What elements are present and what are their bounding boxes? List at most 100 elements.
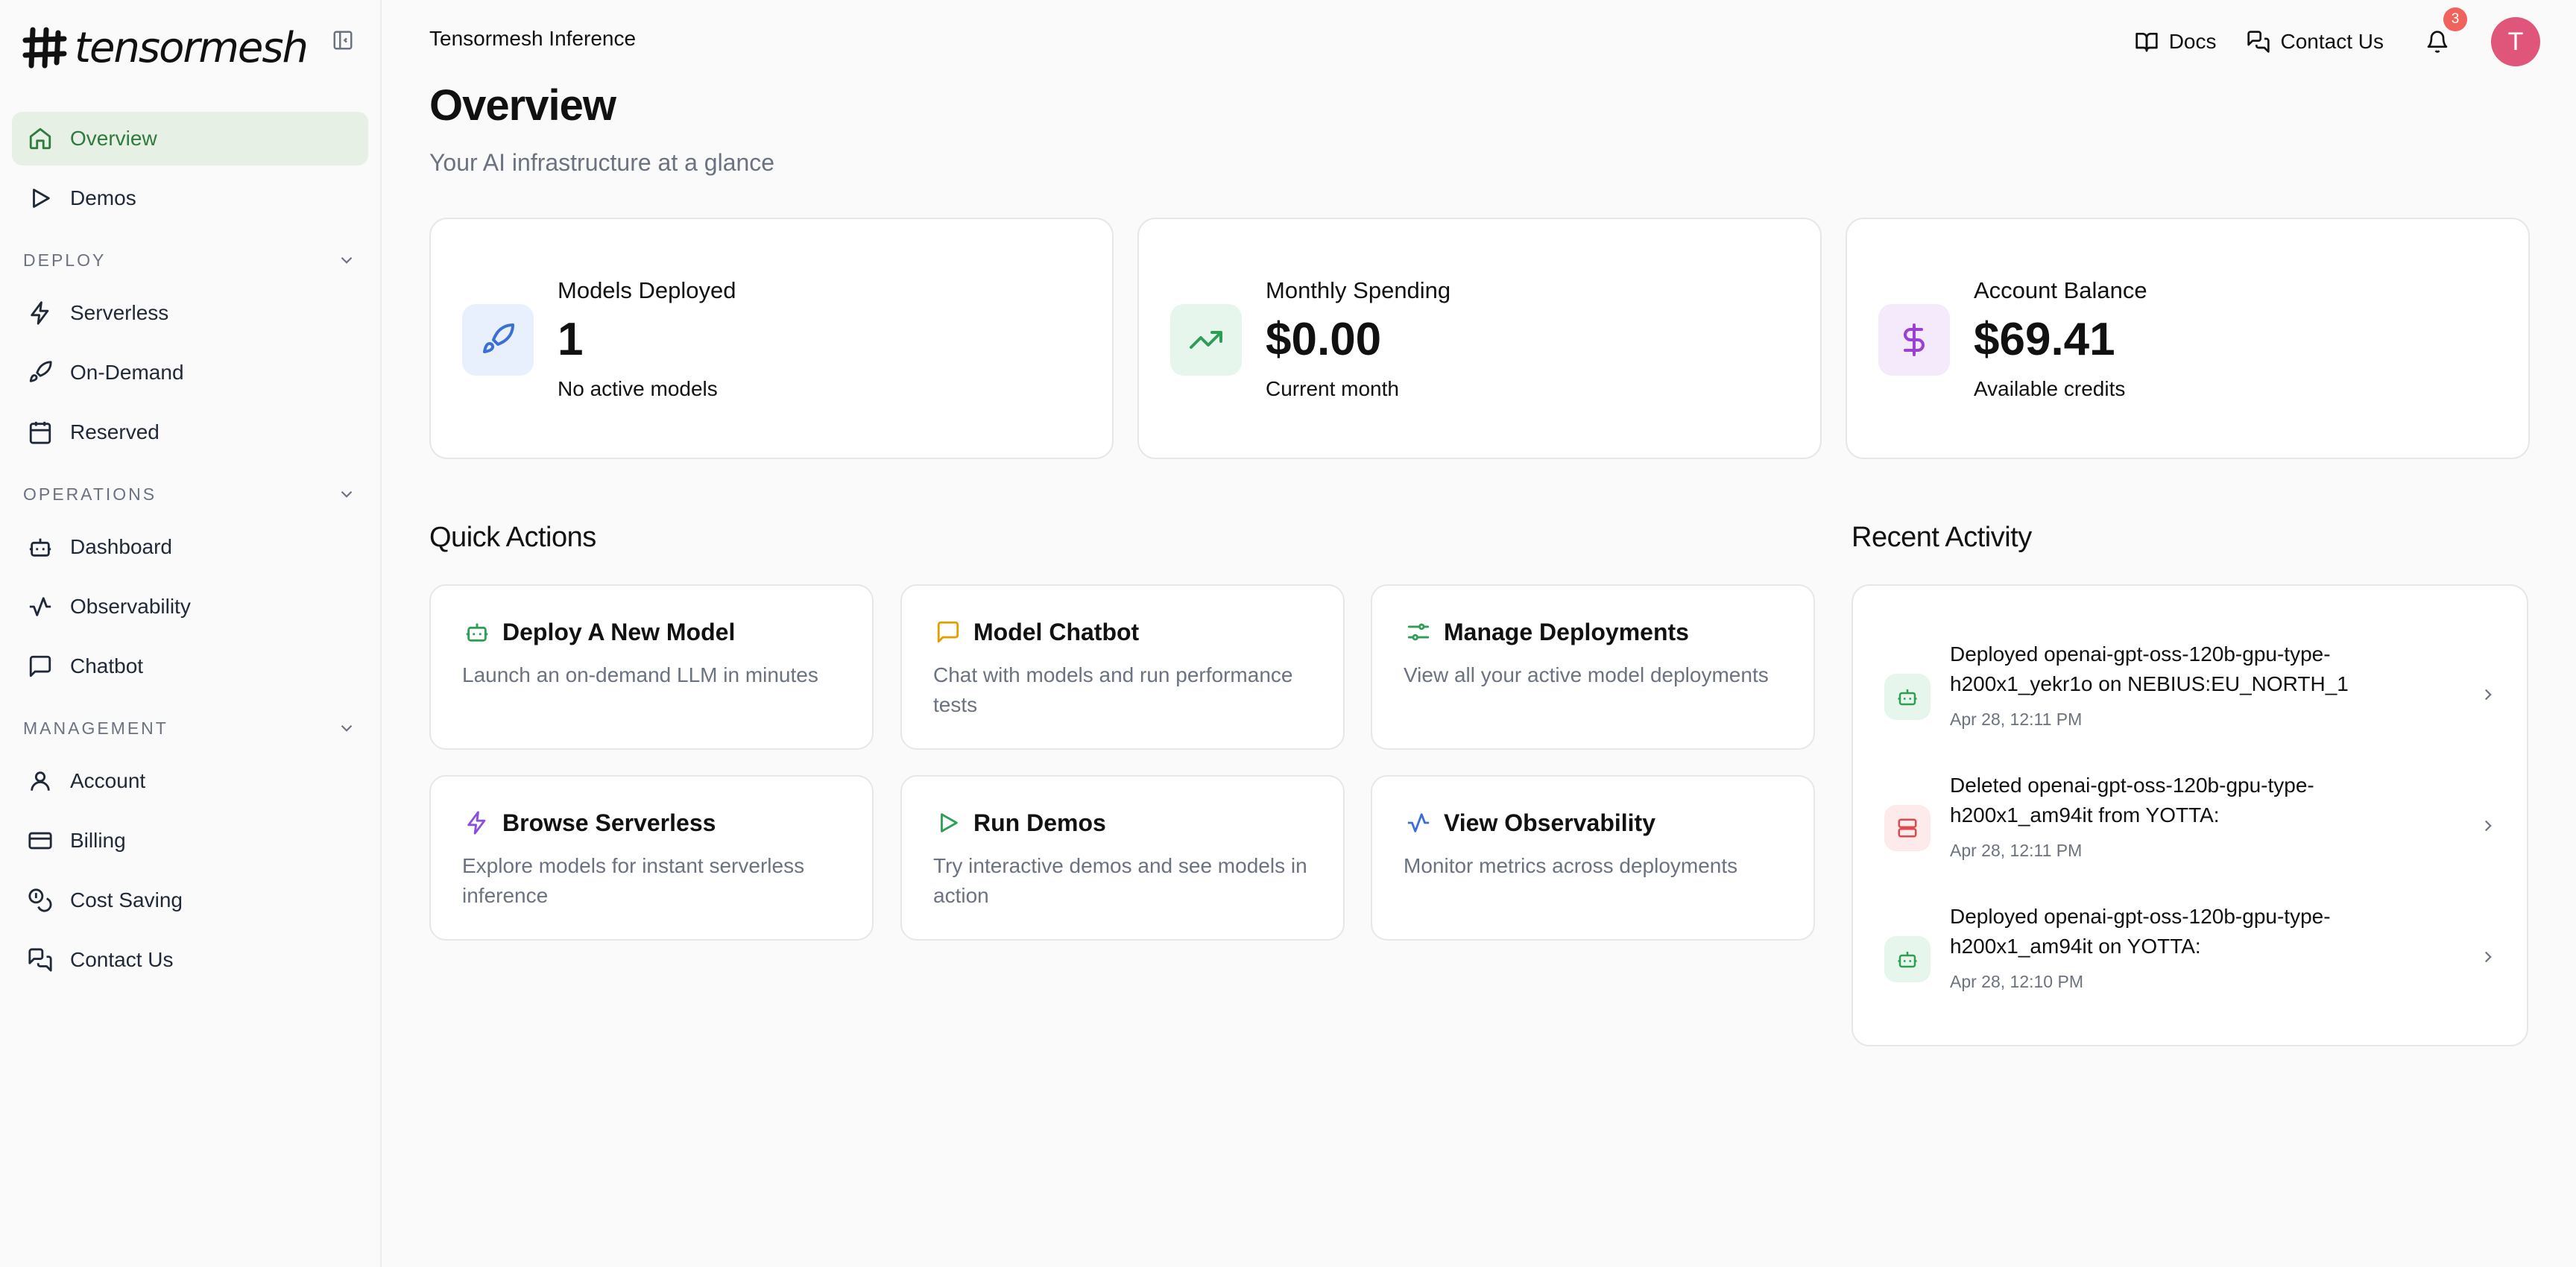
top-bar: Tensormesh Inference Docs Contact Us 3 T [382, 0, 2576, 82]
quick-action-deploy-model[interactable]: Deploy A New Model Launch an on-demand L… [429, 584, 874, 750]
robot-icon [25, 532, 55, 562]
sidebar-item-label: Billing [70, 829, 126, 852]
play-icon [933, 808, 963, 838]
app-title: Tensormesh Inference [429, 27, 637, 50]
quick-action-description: Try interactive demos and see models in … [933, 854, 1307, 907]
calendar-icon [25, 417, 55, 447]
contact-us-label: Contact Us [2280, 30, 2384, 53]
quick-action-model-chatbot[interactable]: Model Chatbot Chat with models and run p… [900, 584, 1345, 750]
activity-text: Deleted openai-gpt-oss-120b-gpu-type-h20… [1950, 774, 2314, 827]
section-title: DEPLOY [23, 250, 107, 270]
quick-action-title: View Observability [1444, 809, 1655, 836]
quick-action-title: Deploy A New Model [502, 618, 736, 645]
robot-icon [462, 617, 492, 647]
sidebar-collapse-icon [333, 31, 353, 50]
server-icon [1884, 805, 1931, 851]
trending-up-icon [1170, 304, 1242, 376]
activity-item[interactable]: Deployed openai-gpt-oss-120b-gpu-type-h2… [1884, 902, 2503, 1014]
tensormesh-logo-icon [22, 27, 67, 69]
stat-label: Account Balance [1974, 277, 2147, 303]
sidebar-item-overview[interactable]: Overview [12, 112, 368, 165]
dollar-icon [1878, 304, 1950, 376]
sidebar-item-label: Dashboard [70, 535, 172, 558]
sidebar-item-reserved[interactable]: Reserved [12, 405, 368, 459]
docs-link[interactable]: Docs [2135, 30, 2217, 54]
sidebar-item-label: Serverless [70, 301, 169, 324]
robot-icon [1884, 936, 1931, 982]
quick-action-title: Manage Deployments [1444, 618, 1689, 645]
sidebar-section-operations[interactable]: OPERATIONS [12, 474, 368, 514]
rocket-icon [462, 304, 534, 376]
notification-badge: 3 [2443, 7, 2467, 31]
sidebar-item-serverless[interactable]: Serverless [12, 286, 368, 340]
contact-us-link[interactable]: Contact Us [2247, 30, 2384, 54]
quick-action-title: Model Chatbot [973, 618, 1140, 645]
sidebar: tensormesh Overview Demos DEPLOY Serverl… [0, 0, 382, 1267]
recent-activity-title: Recent Activity [1852, 522, 2032, 553]
brand-name: tensormesh [75, 23, 309, 72]
sliders-icon [1404, 617, 1433, 647]
section-title: OPERATIONS [23, 484, 157, 504]
sidebar-item-dashboard[interactable]: Dashboard [12, 520, 368, 574]
sidebar-item-label: Chatbot [70, 654, 144, 677]
lightning-icon [25, 298, 55, 328]
sidebar-item-label: Observability [70, 595, 191, 618]
stat-label: Monthly Spending [1266, 277, 1451, 303]
quick-action-description: Chat with models and run performance tes… [933, 663, 1293, 716]
sidebar-item-chatbot[interactable]: Chatbot [12, 639, 368, 693]
sidebar-item-observability[interactable]: Observability [12, 580, 368, 634]
quick-action-description: View all your active model deployments [1404, 663, 1769, 686]
rocket-icon [25, 358, 55, 388]
notifications-button[interactable]: 3 [2422, 7, 2467, 57]
user-avatar[interactable]: T [2491, 17, 2540, 66]
sidebar-item-billing[interactable]: Billing [12, 814, 368, 868]
activity-item[interactable]: Deleted openai-gpt-oss-120b-gpu-type-h20… [1884, 771, 2503, 882]
activity-icon [1404, 808, 1433, 838]
section-title: MANAGEMENT [23, 718, 168, 738]
quick-action-title: Run Demos [973, 809, 1106, 836]
stat-label: Models Deployed [558, 277, 736, 303]
sidebar-section-deploy[interactable]: DEPLOY [12, 240, 368, 280]
chat-icon [25, 651, 55, 681]
activity-time: Apr 28, 12:11 PM [1950, 710, 2083, 729]
sidebar-item-label: Overview [70, 127, 157, 150]
page-subtitle: Your AI infrastructure at a glance [429, 149, 775, 176]
quick-action-title: Browse Serverless [502, 809, 716, 836]
brand-logo-link[interactable]: tensormesh [22, 21, 309, 75]
credit-card-icon [25, 826, 55, 856]
coins-icon [25, 885, 55, 915]
sidebar-section-management[interactable]: MANAGEMENT [12, 708, 368, 748]
sidebar-item-label: Reserved [70, 420, 160, 443]
activity-time: Apr 28, 12:10 PM [1950, 972, 2083, 991]
quick-action-description: Monitor metrics across deployments [1404, 854, 1738, 877]
collapse-sidebar-button[interactable] [329, 27, 356, 54]
sidebar-item-on-demand[interactable]: On-Demand [12, 346, 368, 399]
activity-item[interactable]: Deployed openai-gpt-oss-120b-gpu-type-h2… [1884, 639, 2503, 751]
top-bar-actions: Docs Contact Us 3 T [2105, 7, 2540, 67]
sidebar-item-cost-saving[interactable]: Cost Saving [12, 873, 368, 927]
book-icon [2135, 33, 2158, 52]
user-icon [25, 766, 55, 796]
quick-action-description: Explore models for instant serverless in… [462, 854, 805, 907]
chevron-down-icon [341, 256, 353, 264]
sidebar-item-contact-us[interactable]: Contact Us [12, 933, 368, 987]
sidebar-item-label: Account [70, 769, 146, 792]
sidebar-item-label: Demos [70, 186, 136, 209]
sidebar-item-label: On-Demand [70, 361, 184, 384]
chevron-down-icon [341, 490, 353, 498]
quick-action-browse-serverless[interactable]: Browse Serverless Explore models for ins… [429, 775, 874, 941]
activity-icon [25, 592, 55, 622]
activity-text: Deployed openai-gpt-oss-120b-gpu-type-h2… [1950, 905, 2331, 958]
sidebar-item-demos[interactable]: Demos [12, 171, 368, 225]
stat-note: No active models [558, 377, 718, 400]
activity-text: Deployed openai-gpt-oss-120b-gpu-type-h2… [1950, 642, 2349, 695]
quick-action-run-demos[interactable]: Run Demos Try interactive demos and see … [900, 775, 1345, 941]
quick-action-view-observability[interactable]: View Observability Monitor metrics acros… [1371, 775, 1815, 941]
quick-action-manage-deployments[interactable]: Manage Deployments View all your active … [1371, 584, 1815, 750]
stat-card-monthly-spending: Monthly Spending $0.00 Current month [1137, 218, 1822, 459]
messages-icon [2247, 31, 2270, 53]
messages-icon [25, 945, 55, 975]
stat-value: $69.41 [1974, 314, 2115, 365]
sidebar-item-account[interactable]: Account [12, 754, 368, 808]
quick-action-description: Launch an on-demand LLM in minutes [462, 663, 818, 686]
